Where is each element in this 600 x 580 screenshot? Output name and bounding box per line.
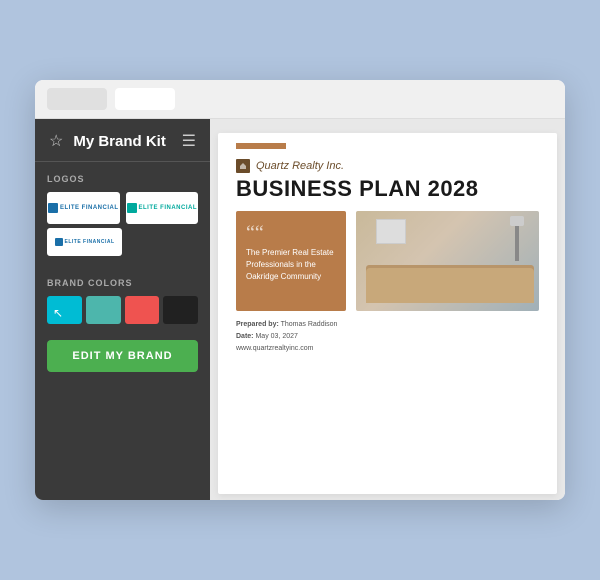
logo-square-blue — [48, 203, 58, 213]
logos-section: LOGOS ELITE FINANCIAL ELITE FINANCIAL — [35, 162, 210, 266]
brand-colors-title: BRAND COLORS — [47, 278, 198, 288]
doc-quote-box: ““ The Premier Real Estate Professionals… — [236, 211, 346, 311]
star-icon: ☆ — [49, 131, 63, 151]
sidebar: ☆ My Brand Kit ☰ LOGOS ELITE FINANCIAL — [35, 119, 210, 500]
doc-container: Quartz Realty Inc. BUSINESS PLAN 2028 ““… — [218, 133, 557, 494]
browser-window: ☆ My Brand Kit ☰ LOGOS ELITE FINANCIAL — [35, 80, 565, 500]
logo-item-blue[interactable]: ELITE FINANCIAL — [47, 192, 120, 224]
brand-colors-section: BRAND COLORS ↖ — [35, 266, 210, 324]
logo-square-small — [55, 238, 63, 246]
prepared-by-label: Prepared by: — [236, 321, 279, 328]
lamp-shade — [510, 216, 524, 226]
website-value: www.quartzrealtyinc.com — [236, 345, 313, 352]
logo-item-teal[interactable]: ELITE FINANCIAL — [126, 192, 199, 224]
browser-toolbar — [35, 80, 565, 119]
logo-text-small: ELITE FINANCIAL — [55, 238, 115, 246]
doc-quote-text: The Premier Real Estate Professionals in… — [246, 247, 336, 283]
doc-image — [356, 211, 539, 311]
doc-logo-icon — [236, 159, 250, 173]
color-swatch-teal[interactable] — [86, 296, 121, 324]
doc-header: Quartz Realty Inc. — [218, 149, 557, 173]
date-label: Date: — [236, 333, 254, 340]
doc-title: BUSINESS PLAN 2028 — [218, 173, 557, 201]
sofa-shape — [366, 268, 534, 303]
sidebar-title: My Brand Kit — [73, 133, 166, 150]
doc-top-bar — [210, 119, 565, 127]
sidebar-header: ☆ My Brand Kit ☰ — [35, 119, 210, 162]
brand-colors-row: ↖ — [47, 296, 198, 324]
date-value: May 03, 2027 — [255, 333, 297, 340]
browser-tab-2[interactable] — [115, 88, 175, 110]
wall-art — [376, 219, 406, 244]
cursor-icon: ↖ — [53, 306, 63, 320]
logo-item-small[interactable]: ELITE FINANCIAL — [47, 228, 122, 256]
prepared-by-value: Thomas Raddison — [281, 321, 338, 328]
edit-brand-button[interactable]: EDIT MY BRAND — [47, 340, 198, 372]
doc-company-name: Quartz Realty Inc. — [256, 160, 344, 172]
main-content: Quartz Realty Inc. BUSINESS PLAN 2028 ““… — [210, 119, 565, 500]
doc-body: ““ The Premier Real Estate Professionals… — [218, 211, 557, 311]
color-swatch-black[interactable] — [163, 296, 198, 324]
color-swatch-red[interactable] — [125, 296, 160, 324]
browser-body: ☆ My Brand Kit ☰ LOGOS ELITE FINANCIAL — [35, 119, 565, 500]
color-swatch-cyan[interactable]: ↖ — [47, 296, 82, 324]
hamburger-icon[interactable]: ☰ — [182, 131, 196, 151]
doc-quote-mark: ““ — [246, 223, 336, 243]
logos-section-title: LOGOS — [47, 174, 198, 184]
logos-grid: ELITE FINANCIAL ELITE FINANCIAL — [47, 192, 198, 224]
logo-text-teal: ELITE FINANCIAL — [127, 203, 198, 213]
lamp-base — [515, 221, 519, 261]
logo-text-blue: ELITE FINANCIAL — [48, 203, 119, 213]
doc-footer: Prepared by: Thomas Raddison Date: May 0… — [218, 311, 557, 363]
browser-tab-1[interactable] — [47, 88, 107, 110]
logo-square-teal — [127, 203, 137, 213]
